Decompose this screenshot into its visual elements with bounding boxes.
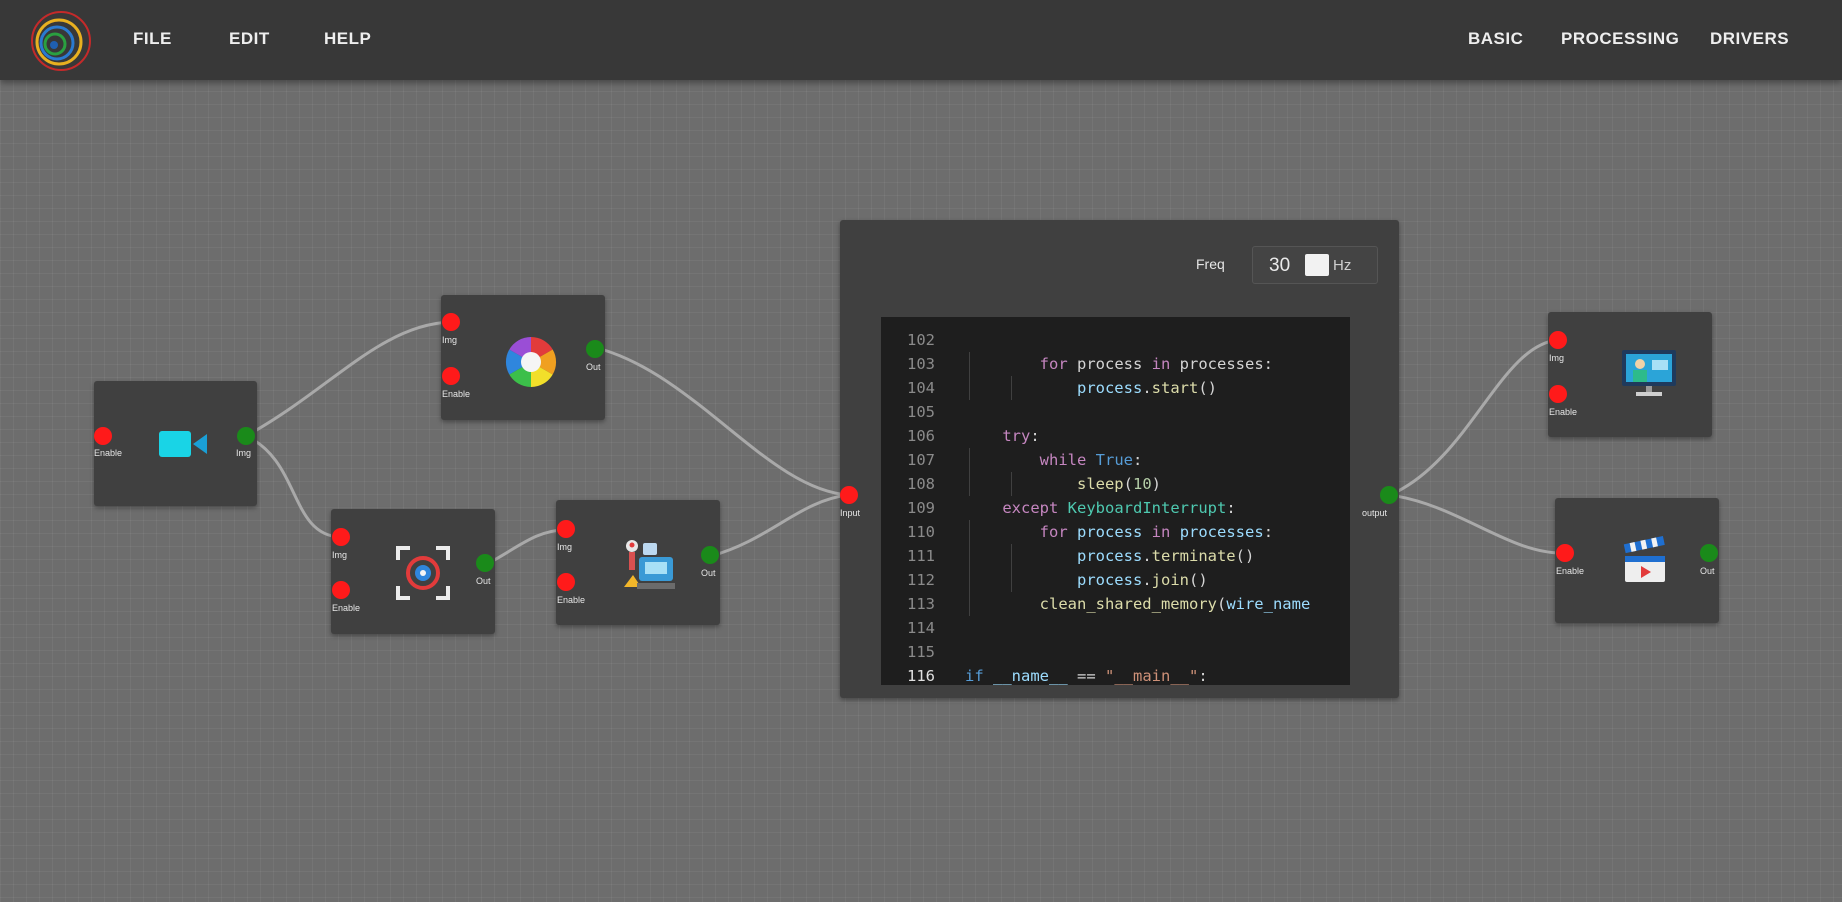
teleop-out-port[interactable] [701,546,719,564]
detector-img-port[interactable] [332,528,350,546]
color-filter-out-label: Out [586,362,601,372]
camera-img-label: Img [236,448,252,458]
code-line: 107 sleep(10) [881,424,1350,496]
menu-file[interactable]: FILE [133,29,172,49]
code-line: 102 for process in processes: [881,317,1350,376]
wire-code-to-screen [1389,338,1559,497]
wire-detector-to-teleop [484,528,566,567]
top-menu-bar: FILE EDIT HELP BASIC PROCESSING DRIVERS [0,0,1842,80]
freq-input[interactable]: 30 Hz [1252,246,1378,284]
detector-out-port[interactable] [476,554,494,572]
camera-img-port[interactable] [237,427,255,445]
wire-camera-to-detector [245,434,341,539]
code-line: 113 [907,595,935,613]
menu-help[interactable]: HELP [324,29,371,49]
code-input-label: Input [840,508,861,518]
clapperboard-icon [1623,536,1665,582]
wire-color-filter-to-code [603,348,850,497]
recorder-out-label: Out [1700,566,1715,576]
robot-arm-icon [624,540,675,589]
teleop-img-port[interactable] [557,520,575,538]
detector-img-label: Img [332,550,348,560]
app-logo-icon[interactable] [30,10,92,72]
code-output-port[interactable] [1380,486,1398,504]
code-line-current: 116 main() [907,667,935,685]
code-output-label: output [1362,508,1388,518]
detector-enable-port[interactable] [332,581,350,599]
camera-enable-label: Enable [94,448,123,458]
teleop-enable-label: Enable [557,595,586,605]
detector-out-label: Out [476,576,491,586]
color-filter-out-port[interactable] [586,340,604,358]
color-filter-img-label: Img [442,335,458,345]
wire-camera-to-color-filter [245,320,451,438]
code-line: 105 try: [907,403,1040,445]
video-camera-icon [159,431,207,457]
color-filter-enable-port[interactable] [442,367,460,385]
code-line: 103 process.start() [881,328,1350,400]
code-line: 104 [907,379,935,397]
freq-label: Freq [1196,256,1225,272]
code-input-port[interactable] [840,486,858,504]
code-line: 114 [907,619,935,637]
screen-enable-label: Enable [1549,407,1578,417]
monitor-icon [1622,350,1676,396]
detector-enable-label: Enable [332,603,361,613]
menu-processing[interactable]: PROCESSING [1561,29,1679,49]
camera-enable-port[interactable] [94,427,112,445]
wire-code-to-recorder [1389,493,1566,555]
teleop-out-label: Out [701,568,716,578]
freq-unit: Hz [1333,257,1352,274]
color-filter-img-port[interactable] [442,313,460,331]
code-line: 108 except KeyboardInterrupt: [907,475,1236,517]
screen-img-port[interactable] [1549,331,1567,349]
menu-basic[interactable]: BASIC [1468,29,1523,49]
recorder-enable-label: Enable [1556,566,1585,576]
recorder-out-port[interactable] [1700,544,1718,562]
screen-enable-port[interactable] [1549,385,1567,403]
freq-spinner[interactable] [1305,254,1329,276]
menu-edit[interactable]: EDIT [229,29,270,49]
code-line: 115 if __name__ == "__main__": [907,643,1208,685]
color-wheel-icon [505,336,557,388]
code-line: 112 clean_shared_memory(wire_name [881,544,1350,616]
focus-detect-icon [396,546,450,600]
screen-img-label: Img [1549,353,1565,363]
code-editor[interactable]: 102 for process in processes: 103 proces… [881,317,1350,685]
code-line: 106 while True: [881,400,1350,472]
freq-value: 30 [1269,255,1291,276]
code-line: 109 for process in processes: [881,472,1350,544]
code-line: 111 process.join() [881,520,1350,592]
color-filter-enable-label: Enable [442,389,471,399]
teleop-enable-port[interactable] [557,573,575,591]
menu-drivers[interactable]: DRIVERS [1710,29,1789,49]
code-line: 110 process.terminate() [881,496,1350,568]
wire-teleop-to-code [710,493,850,558]
teleop-img-label: Img [557,542,573,552]
recorder-enable-port[interactable] [1556,544,1574,562]
